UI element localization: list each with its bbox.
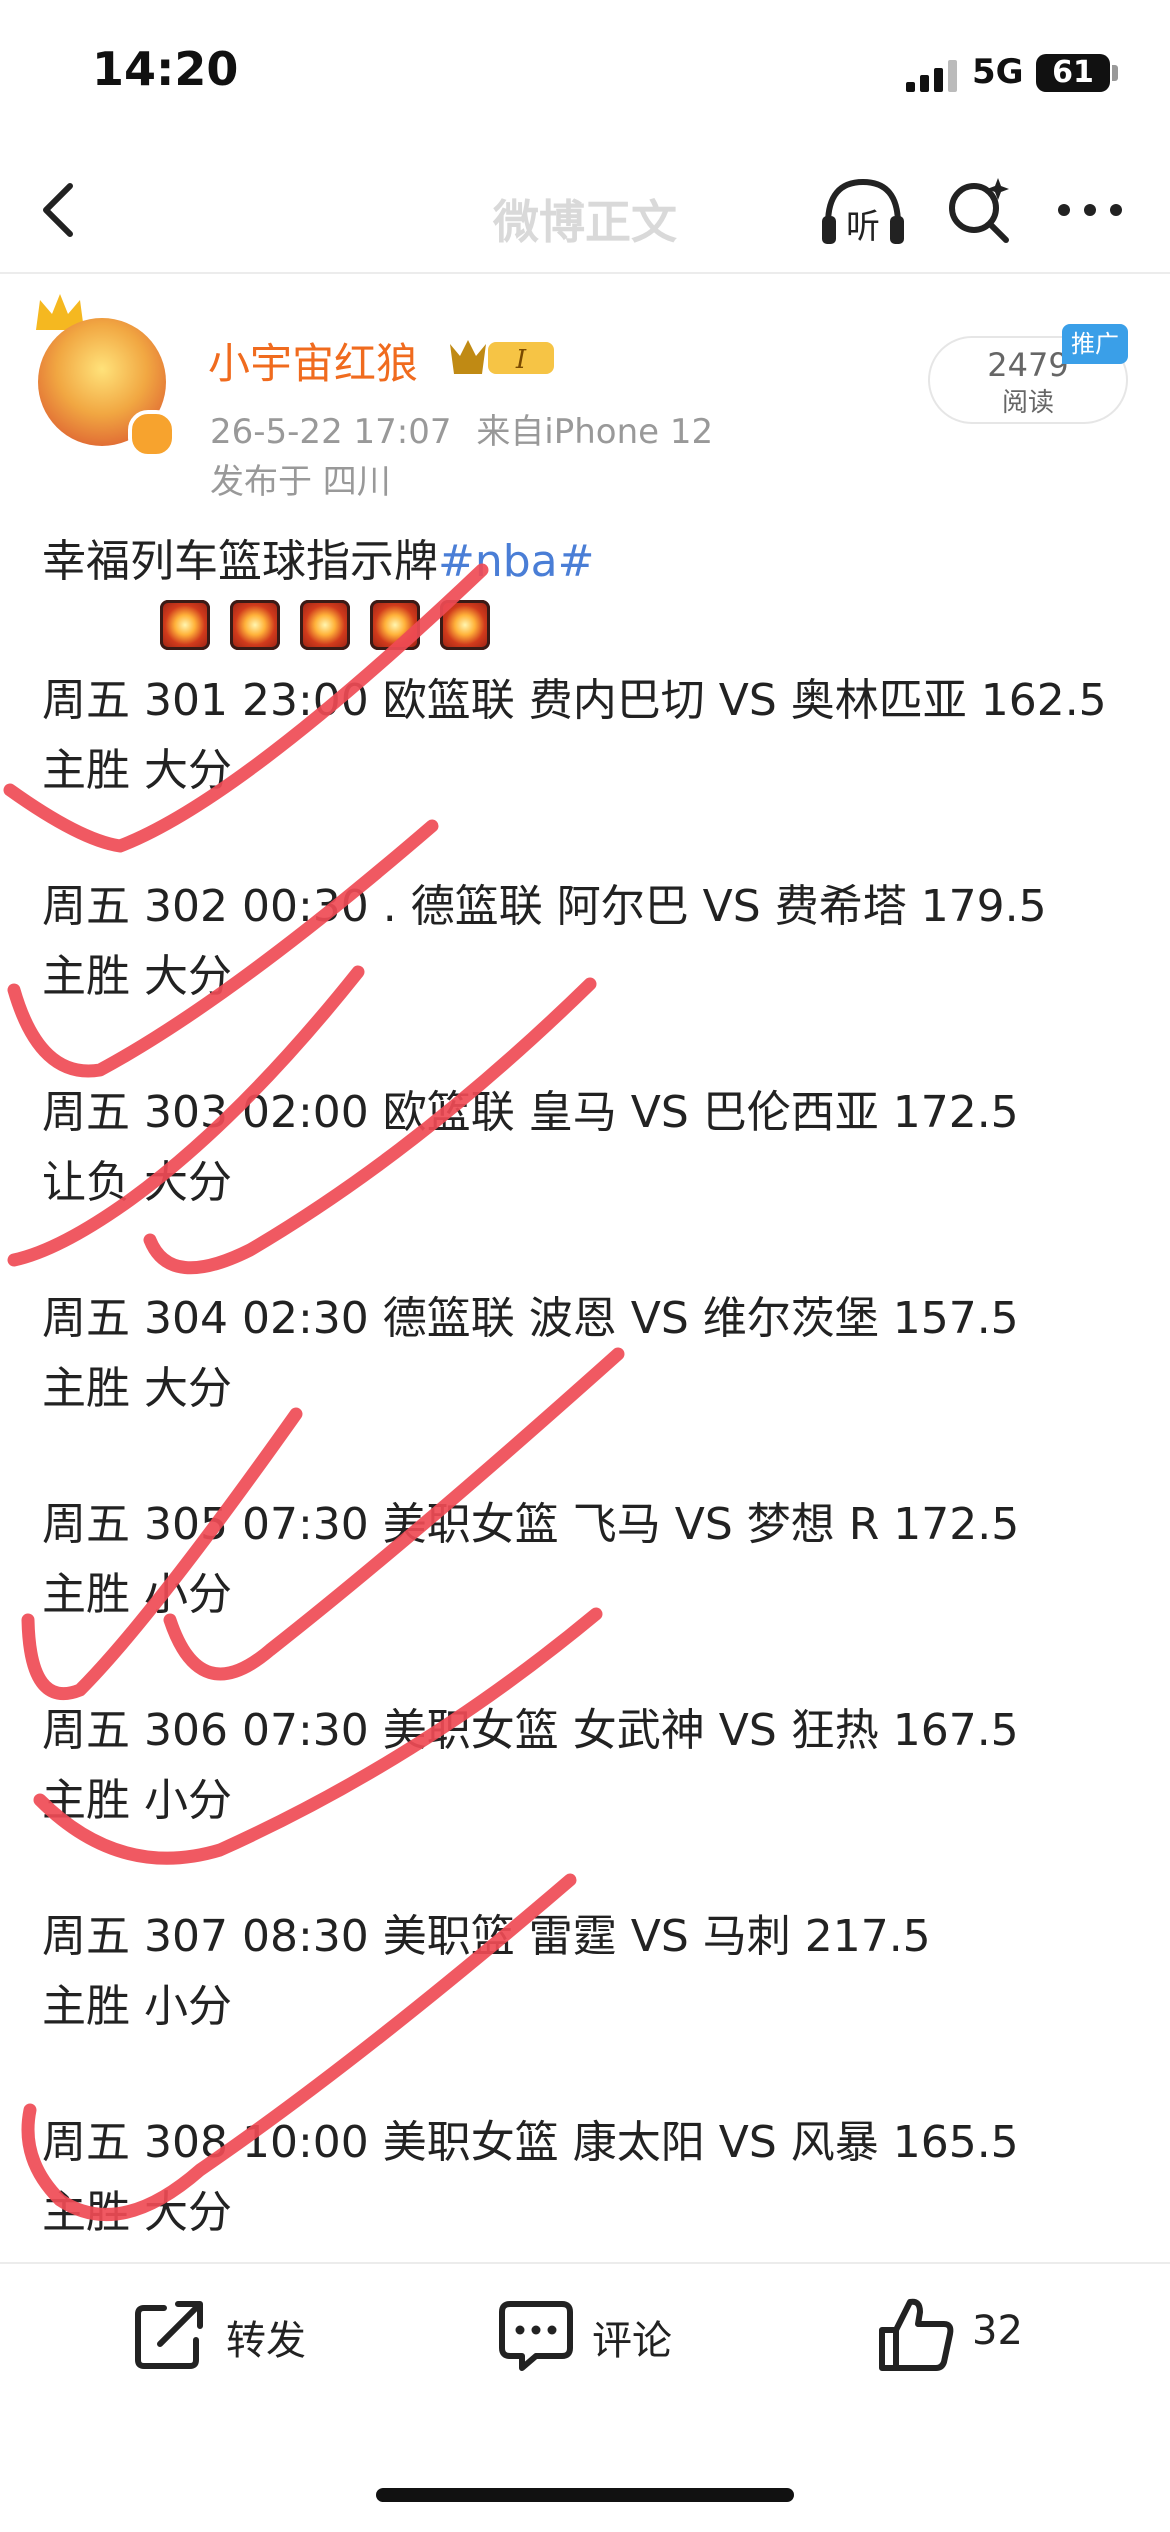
like-thumb-icon [879,2298,954,2371]
promo-tag: 推广 [1062,324,1128,364]
nba-hashtag[interactable]: #nba# [438,536,595,587]
comment-button[interactable]: 评论 [496,2294,726,2374]
author-name[interactable]: 小宇宙红狼 [208,330,418,391]
emoji-row [160,600,510,660]
listen-label: 听 [846,207,880,247]
game-line: 周五 305 07:30 美职女篮 飞马 VS 梦想 R 172.5 [42,1499,1020,1550]
game-line: 周五 303 02:00 欧篮联 皇马 VS 巴伦西亚 172.5 [42,1087,1019,1138]
action-bar: 转发 评论 32 [0,2264,1170,2404]
battery-indicator: 61 [1036,54,1110,92]
read-label: 阅读 [1001,388,1054,418]
game-entry: 周五 307 08:30 美职篮 雷霆 VS 马刺 217.5 主胜 小分 [42,1902,1142,2042]
status-time: 14:20 [92,42,239,96]
verified-badge-icon [128,410,176,458]
game-entry: 周五 301 23:00 欧篮联 费内巴切 VS 奥林匹亚 162.5 主胜 大… [42,666,1142,806]
search-sparkle-icon[interactable] [942,174,1014,246]
game-pick: 让负 大分 [42,1157,232,1208]
game-entry: 周五 308 10:00 美职女篮 康太阳 VS 风暴 165.5 主胜 大分 [42,2108,1142,2248]
game-pick: 主胜 小分 [42,1981,232,2032]
repost-icon [135,2301,203,2369]
level-text: I [515,345,527,375]
post-intro: 幸福列车篮球指示牌#nba# [42,528,1142,596]
nav-divider [0,272,1170,274]
game-pick: 主胜 大分 [42,1363,232,1414]
post-location: 发布于 四川 [210,462,391,502]
game-pick: 主胜 小分 [42,1775,232,1826]
like-count: 32 [972,2308,1023,2354]
listen-headphone-icon[interactable]: 听 [818,172,908,252]
game-line: 周五 308 10:00 美职女篮 康太阳 VS 风暴 165.5 [42,2117,1019,2168]
game-pick: 主胜 小分 [42,1569,232,1620]
signal-icon [906,60,957,92]
fireworks-emoji-icon [300,600,350,650]
game-pick: 主胜 大分 [42,2187,232,2238]
like-button[interactable]: 32 [876,2294,1076,2374]
nav-bar: 微博正文 听 [0,150,1170,270]
battery-tip [1112,65,1118,81]
game-pick: 主胜 大分 [42,951,232,1002]
member-level-badge-icon: I [450,340,554,375]
game-pick: 主胜 大分 [42,745,232,796]
home-indicator [376,2488,794,2502]
comment-icon [499,2301,573,2371]
repost-label: 转发 [226,2318,306,2364]
fireworks-emoji-icon [370,600,420,650]
post-source: 来自iPhone 12 [476,412,714,452]
post-date: 26-5-22 17:07 [210,412,452,452]
post-meta: 26-5-22 17:07 来自iPhone 12 [210,404,713,453]
game-entry: 周五 306 07:30 美职女篮 女武神 VS 狂热 167.5 主胜 小分 [42,1696,1142,1836]
game-line: 周五 304 02:30 德篮联 波恩 VS 维尔茨堡 157.5 [42,1293,1019,1344]
game-line: 周五 302 00:30 . 德篮联 阿尔巴 VS 费希塔 179.5 [42,881,1047,932]
repost-button[interactable]: 转发 [130,2294,360,2374]
game-entry: 周五 304 02:30 德篮联 波恩 VS 维尔茨堡 157.5 主胜 大分 [42,1284,1142,1424]
status-bar: 14:20 5G 61 [0,0,1170,150]
fireworks-emoji-icon [230,600,280,650]
game-entry: 周五 302 00:30 . 德篮联 阿尔巴 VS 费希塔 179.5 主胜 大… [42,872,1142,1012]
post-intro-text: 幸福列车篮球指示牌 [42,536,438,587]
more-dots-icon[interactable] [1054,186,1126,234]
game-entry: 周五 305 07:30 美职女篮 飞马 VS 梦想 R 172.5 主胜 小分 [42,1490,1142,1630]
game-line: 周五 301 23:00 欧篮联 费内巴切 VS 奥林匹亚 162.5 [42,675,1107,726]
comment-label: 评论 [592,2318,672,2364]
game-line: 周五 306 07:30 美职女篮 女武神 VS 狂热 167.5 [42,1705,1019,1756]
game-line: 周五 307 08:30 美职篮 雷霆 VS 马刺 217.5 [42,1911,931,1962]
network-type: 5G [972,52,1024,92]
fireworks-emoji-icon [160,600,210,650]
fireworks-emoji-icon [440,600,490,650]
game-entry: 周五 303 02:00 欧篮联 皇马 VS 巴伦西亚 172.5 让负 大分 [42,1078,1142,1218]
